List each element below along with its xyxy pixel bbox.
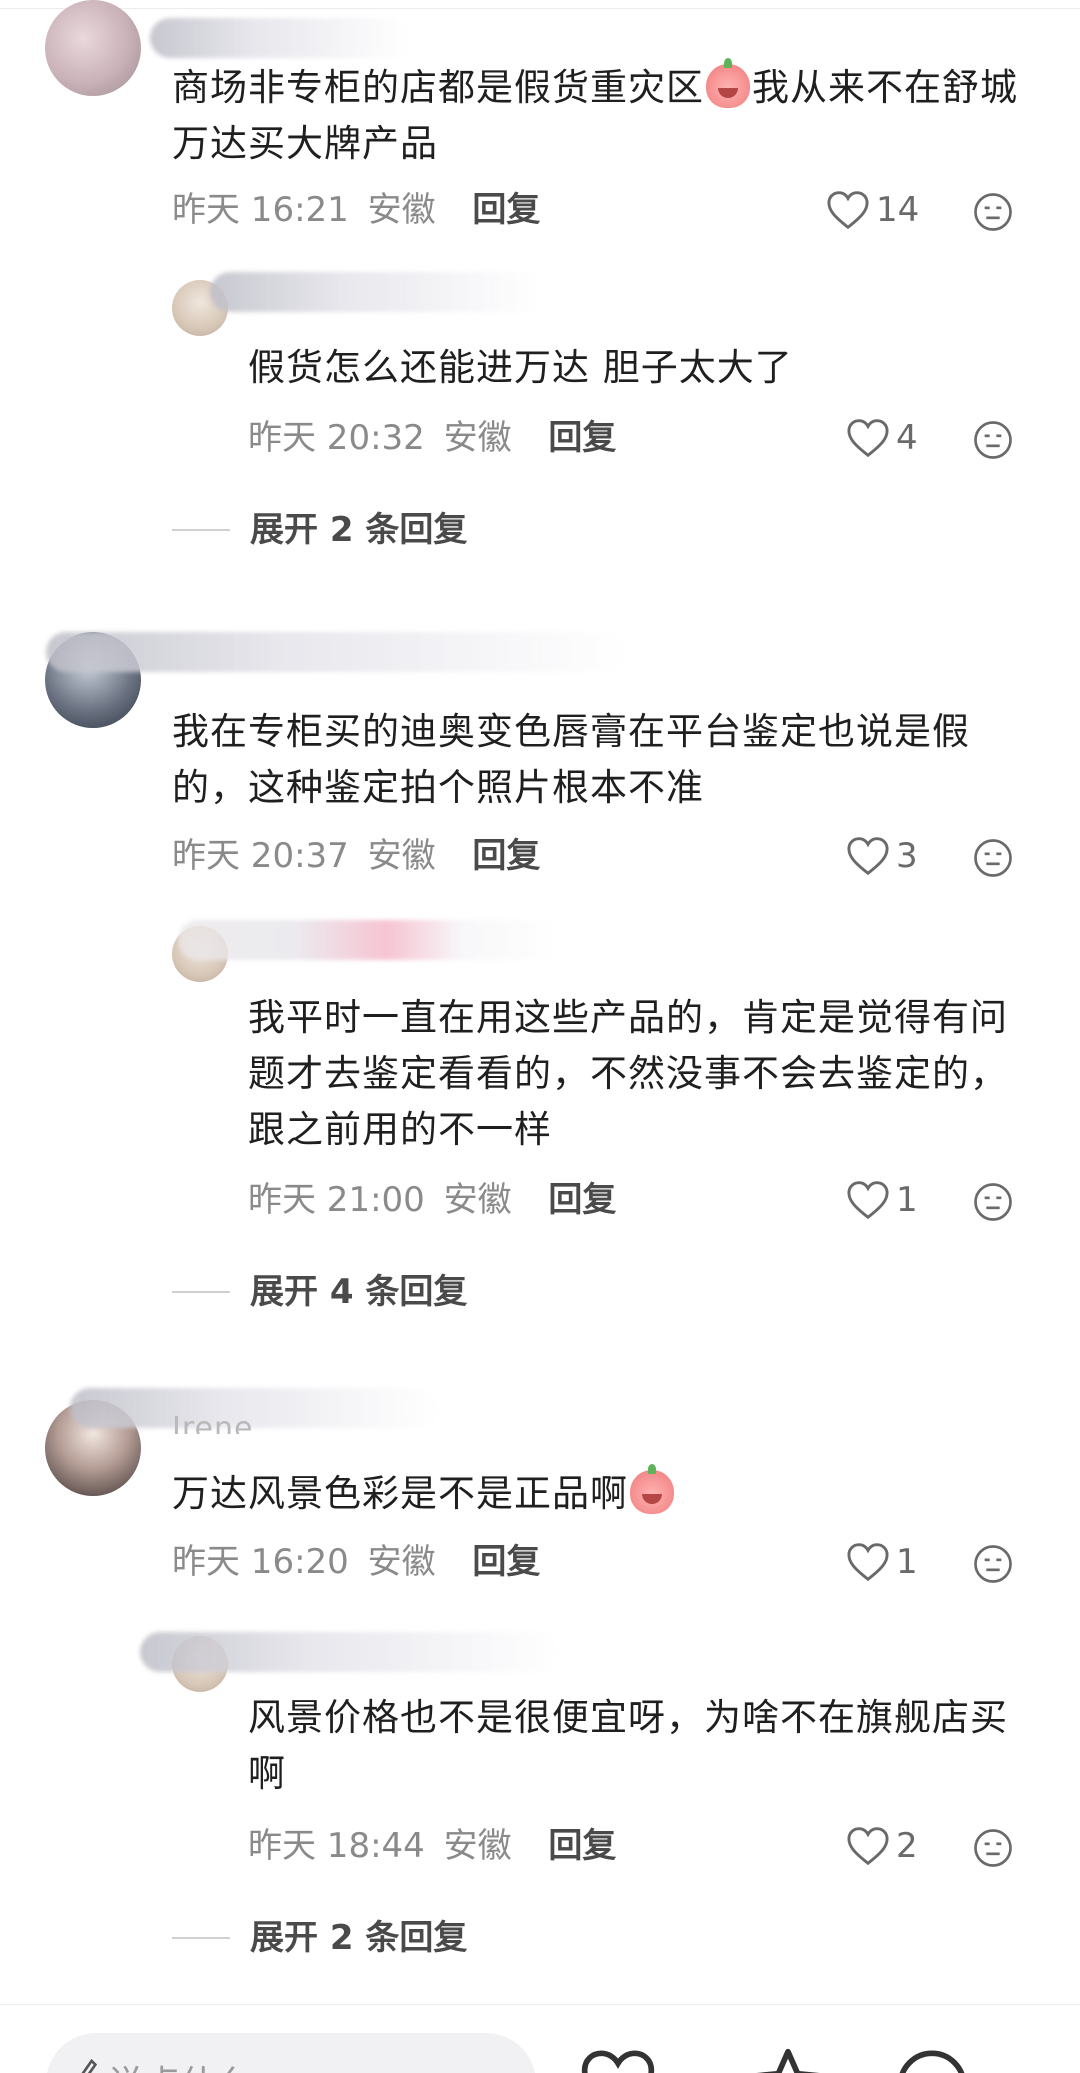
like-count: 1: [896, 1180, 918, 1220]
like-count: 4: [896, 418, 918, 458]
like-button[interactable]: 4: [846, 414, 918, 462]
meh-face-icon: [974, 1183, 1012, 1221]
meh-face-icon: [974, 421, 1012, 459]
comment-input-placeholder: 说点什么: [108, 2055, 252, 2073]
reply-location: 安徽: [443, 1826, 512, 1866]
reply-text: 我平时一直在用这些产品的，肯定是觉得有问题才去鉴定看看的，不然没事不会去鉴定的，…: [248, 996, 1008, 1151]
meh-face-icon: [974, 1829, 1012, 1867]
username-blurred[interactable]: [46, 632, 626, 672]
like-button[interactable]: 14: [826, 186, 919, 234]
meh-face-icon: [974, 193, 1012, 231]
comment-location: 安徽: [367, 1542, 436, 1582]
comment-meta: 昨天 20:37 安徽 回复: [172, 832, 540, 880]
heart-icon: [847, 419, 889, 458]
dislike-button[interactable]: [973, 1182, 1013, 1222]
like-count: 14: [876, 190, 920, 230]
reply-text: 风景价格也不是很便宜呀，为啥不在旗舰店买啊: [248, 1696, 1008, 1795]
dislike-button[interactable]: [973, 192, 1013, 232]
reply-button[interactable]: 回复: [472, 1542, 540, 1582]
comment-location: 安徽: [367, 836, 436, 876]
reply-time: 昨天 18:44: [248, 1826, 425, 1866]
comment-time: 昨天 16:21: [172, 190, 349, 230]
reply-meta: 昨天 20:32 安徽 回复: [248, 414, 616, 462]
reply-username-blurred[interactable]: [210, 272, 540, 312]
comment-text: 万达风景色彩是不是正品啊: [172, 1464, 1032, 1522]
expand-divider: [172, 529, 230, 531]
reply-username-blurred[interactable]: [178, 920, 558, 960]
expand-replies-label: 展开 2 条回复: [250, 510, 468, 550]
like-count: 2: [896, 1826, 918, 1866]
username-blurred[interactable]: [150, 18, 410, 58]
heart-icon: [847, 837, 889, 876]
pen-icon: [81, 2059, 98, 2073]
reply-location: 安徽: [443, 418, 512, 458]
like-button[interactable]: 1: [846, 1538, 918, 1586]
comment-time: 昨天 16:20: [172, 1542, 349, 1582]
like-button[interactable]: 2: [846, 1822, 918, 1870]
comment-text-part: 万达风景色彩是不是正品啊: [172, 1472, 628, 1515]
top-divider: [0, 8, 1080, 9]
expand-replies-label: 展开 2 条回复: [250, 1918, 468, 1958]
comment-time: 昨天 20:37: [172, 836, 349, 876]
comment-meta: 昨天 16:21 安徽 回复: [172, 186, 540, 234]
meh-face-icon: [974, 839, 1012, 877]
comment-bubble-icon[interactable]: [892, 2045, 972, 2073]
meh-face-icon: [974, 1545, 1012, 1583]
reply-username-blurred[interactable]: [140, 1632, 560, 1672]
like-heart-icon[interactable]: [578, 2045, 658, 2073]
dislike-button[interactable]: [973, 838, 1013, 878]
comment-text-part: 商场非专柜的店都是假货重灾区: [172, 66, 704, 109]
heart-icon: [827, 191, 869, 230]
star-icon[interactable]: [748, 2045, 828, 2073]
expand-divider: [172, 1937, 230, 1939]
reply-text: 假货怎么还能进万达 胆子太大了: [248, 346, 793, 389]
reply-meta: 昨天 21:00 安徽 回复: [248, 1176, 616, 1224]
dislike-button[interactable]: [973, 420, 1013, 460]
comment-meta: 昨天 16:20 安徽 回复: [172, 1538, 540, 1586]
username-partial[interactable]: Irene: [172, 1412, 272, 1434]
expand-divider: [172, 1291, 230, 1293]
like-count: 3: [896, 836, 918, 876]
heart-icon: [847, 1181, 889, 1220]
dislike-button[interactable]: [973, 1544, 1013, 1584]
reply-button[interactable]: 回复: [472, 836, 540, 876]
reply-meta: 昨天 18:44 安徽 回复: [248, 1822, 616, 1870]
like-count: 1: [896, 1542, 918, 1582]
expand-replies-button[interactable]: 展开 2 条回复: [172, 506, 467, 554]
reply-time: 昨天 21:00: [248, 1180, 425, 1220]
expand-replies-label: 展开 4 条回复: [250, 1272, 468, 1312]
heart-icon: [847, 1543, 889, 1582]
comment-text: 我在专柜买的迪奥变色唇膏在平台鉴定也说是假的，这种鉴定拍个照片根本不准: [172, 710, 970, 809]
reply-button[interactable]: 回复: [548, 418, 616, 458]
bottom-action-bar: 说点什么: [0, 2004, 1080, 2073]
reply-button[interactable]: 回复: [472, 190, 540, 230]
comment-text: 商场非专柜的店都是假货重灾区 我从来不在舒城万达买大牌产品: [172, 58, 1032, 172]
expand-replies-button[interactable]: 展开 4 条回复: [172, 1268, 467, 1316]
crying-face-emoji-icon: [706, 58, 750, 108]
comment-input[interactable]: 说点什么: [46, 2033, 536, 2073]
expand-replies-button[interactable]: 展开 2 条回复: [172, 1914, 467, 1962]
like-button[interactable]: 3: [846, 832, 918, 880]
reply-button[interactable]: 回复: [548, 1180, 616, 1220]
reply-button[interactable]: 回复: [548, 1826, 616, 1866]
avatar[interactable]: [45, 0, 141, 96]
comment-location: 安徽: [367, 190, 436, 230]
dislike-button[interactable]: [973, 1828, 1013, 1868]
sweating-face-emoji-icon: [630, 1464, 674, 1514]
reply-location: 安徽: [443, 1180, 512, 1220]
heart-icon: [847, 1827, 889, 1866]
like-button[interactable]: 1: [846, 1176, 918, 1224]
reply-time: 昨天 20:32: [248, 418, 425, 458]
